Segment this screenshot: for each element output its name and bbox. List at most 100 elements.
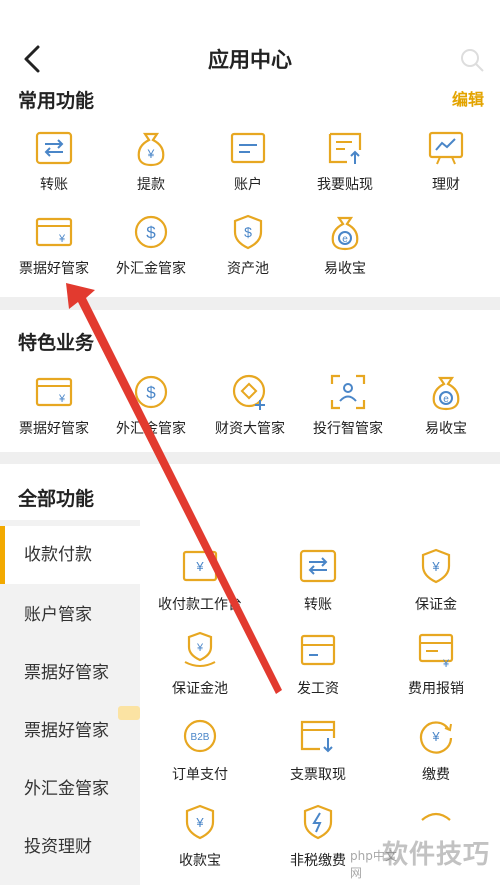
bill-upload-icon — [328, 132, 362, 164]
page-title: 应用中心 — [208, 48, 292, 72]
b2b-circle-icon: B2B — [183, 719, 217, 753]
money-bag-e-icon: e — [432, 376, 460, 411]
grid-item-label: 保证金 — [415, 597, 457, 613]
new-badge — [118, 706, 140, 720]
grid-item-deposit-pool[interactable]: ¥ 保证金池 — [140, 630, 260, 698]
app-item-wealth[interactable]: 理财 — [396, 128, 496, 194]
dollar-circle-icon: $ — [134, 375, 168, 409]
svg-text:$: $ — [146, 223, 156, 242]
bill-card-icon: ¥ — [182, 550, 218, 582]
app-item-easy-receive[interactable]: e 易收宝 — [295, 212, 395, 278]
svg-text:¥: ¥ — [195, 559, 204, 574]
svg-text:¥: ¥ — [196, 642, 204, 654]
bill-card-icon: ¥ — [35, 217, 73, 247]
featured-item-label: 投行智管家 — [313, 421, 383, 437]
app-item-account[interactable]: 账户 — [198, 128, 298, 194]
chart-board-icon — [428, 131, 464, 165]
svg-text:$: $ — [146, 383, 156, 402]
grid-item-label: 订单支付 — [172, 767, 228, 783]
sidebar-item-investment[interactable]: 投资理财 — [0, 818, 140, 876]
app-item-forex-manager[interactable]: $ 外汇金管家 — [101, 212, 201, 278]
svg-text:¥: ¥ — [431, 729, 440, 744]
app-item-label: 理财 — [432, 177, 460, 193]
featured-item-investment-manager[interactable]: 投行智管家 — [298, 372, 398, 438]
svg-text:e: e — [443, 394, 449, 405]
svg-text:e: e — [342, 234, 348, 245]
app-item-label: 外汇金管家 — [116, 261, 186, 277]
app-item-label: 转账 — [40, 177, 68, 193]
edit-button[interactable]: 编辑 — [452, 86, 484, 110]
person-frame-icon — [330, 374, 366, 410]
diamond-plus-icon — [232, 374, 266, 410]
app-item-label: 资产池 — [227, 261, 269, 277]
receipt-yen-icon: ¥ — [418, 633, 454, 670]
app-item-transfer[interactable]: 转账 — [4, 128, 104, 194]
app-item-asset-pool[interactable]: $ 资产池 — [198, 212, 298, 278]
grid-item-fees[interactable]: ¥ 缴费 — [376, 716, 496, 784]
svg-text:¥: ¥ — [58, 393, 66, 405]
svg-text:¥: ¥ — [195, 815, 204, 830]
grid-item-payroll[interactable]: 发工资 — [258, 630, 378, 698]
app-item-label: 提款 — [137, 177, 165, 193]
grid-item-order-payment[interactable]: B2B 订单支付 — [140, 716, 260, 784]
all-functions-section: 全部功能 — [0, 464, 500, 520]
transfer-icon — [299, 549, 337, 583]
sidebar-item-forex-manager[interactable]: 外汇金管家 — [0, 760, 140, 818]
account-card-icon — [230, 132, 266, 164]
app-item-discount[interactable]: 我要贴现 — [295, 128, 395, 194]
grid-item-label: 费用报销 — [408, 681, 464, 697]
watermark-logo: php中文网 — [350, 849, 397, 880]
common-functions-title: 常用功能 — [18, 90, 95, 112]
grid-item-expense[interactable]: ¥ 费用报销 — [376, 630, 496, 698]
app-item-label: 我要贴现 — [317, 177, 373, 193]
app-item-withdraw[interactable]: ¥ 提款 — [101, 128, 201, 194]
featured-title: 特色业务 — [18, 332, 95, 354]
grid-item-label: 收款宝 — [179, 853, 221, 869]
grid-item-label: 保证金池 — [172, 681, 228, 697]
grid-item-receive-treasure[interactable]: ¥ 收款宝 — [140, 802, 260, 870]
featured-item-bill-manager[interactable]: ¥ 票据好管家 — [4, 372, 104, 438]
svg-text:¥: ¥ — [431, 559, 440, 574]
featured-item-easy-receive[interactable]: e 易收宝 — [396, 372, 496, 438]
shield-bolt-icon — [303, 804, 333, 840]
grid-item-label: 缴费 — [422, 767, 450, 783]
svg-text:¥: ¥ — [442, 658, 450, 670]
featured-item-treasury-manager[interactable]: 财资大管家 — [200, 372, 300, 438]
grid-item-payment-workbench[interactable]: ¥ 收付款工作台 — [140, 546, 260, 614]
search-icon[interactable] — [458, 46, 486, 74]
money-bag-e-icon: e — [331, 216, 359, 251]
grid-item-label: 收付款工作台 — [158, 597, 242, 613]
category-sidebar: 收款付款 账户管家 票据好管家 票据好管家 外汇金管家 投资理财 — [0, 520, 140, 885]
sidebar-item-bill-manager-2[interactable]: 票据好管家 — [0, 702, 140, 760]
cheque-download-icon — [300, 720, 336, 753]
grid-item-label: 发工资 — [297, 681, 339, 697]
sidebar-item-bill-manager[interactable]: 票据好管家 — [0, 644, 140, 702]
grid-item-cheque-cash[interactable]: 支票取现 — [258, 716, 378, 784]
app-item-label: 易收宝 — [324, 261, 366, 277]
app-item-label: 票据好管家 — [19, 261, 89, 277]
card-icon — [300, 634, 336, 666]
shield-yen-hand-icon: ¥ — [184, 631, 216, 667]
featured-item-label: 外汇金管家 — [116, 421, 186, 437]
money-bag-icon: ¥ — [137, 132, 165, 167]
svg-text:$: $ — [244, 224, 252, 240]
grid-item-label: 支票取现 — [290, 767, 346, 783]
svg-text:¥: ¥ — [58, 233, 66, 245]
app-item-bill-manager[interactable]: ¥ 票据好管家 — [4, 212, 104, 278]
grid-item-label: 转账 — [304, 597, 332, 613]
transfer-icon — [35, 131, 73, 165]
dollar-circle-icon: $ — [134, 215, 168, 249]
sidebar-item-payments[interactable]: 收款付款 — [0, 526, 140, 584]
watermark: 软件技巧 php中文网 — [350, 825, 500, 885]
featured-item-label: 财资大管家 — [215, 421, 285, 437]
bill-card-icon: ¥ — [35, 377, 73, 407]
featured-item-label: 票据好管家 — [19, 421, 89, 437]
shield-yen-icon: ¥ — [421, 548, 451, 584]
svg-text:B2B: B2B — [191, 732, 210, 743]
shield-dollar-icon: $ — [233, 214, 263, 250]
grid-item-deposit[interactable]: ¥ 保证金 — [376, 546, 496, 614]
featured-item-forex-manager[interactable]: $ 外汇金管家 — [101, 372, 201, 438]
featured-item-label: 易收宝 — [425, 421, 467, 437]
sidebar-item-account-manager[interactable]: 账户管家 — [0, 586, 140, 644]
grid-item-transfer[interactable]: 转账 — [258, 546, 378, 614]
